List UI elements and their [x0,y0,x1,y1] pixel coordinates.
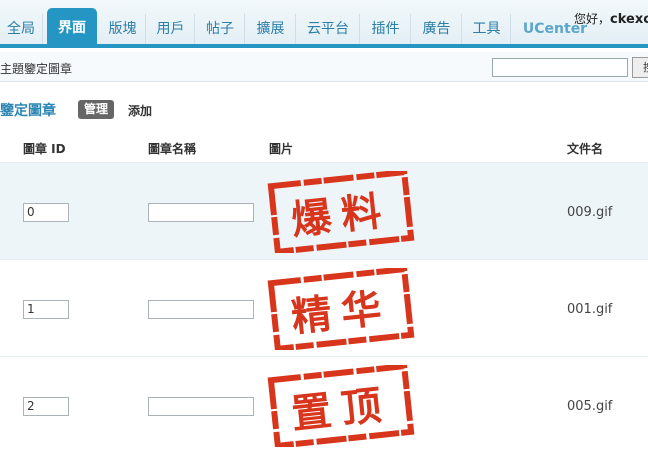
table-row: 1 精华 001.gif [0,259,648,356]
stamp-id-input[interactable]: 1 [23,300,69,319]
table-header: 圖章 ID 圖章名稱 圖片 文件名 [0,134,648,162]
tab-tools[interactable]: 工具 [463,14,511,44]
header-name: 圖章名稱 [148,142,197,156]
add-button[interactable]: 添加 [128,102,152,119]
table-row: 2 置顶 005.gif [0,356,648,453]
stamp-id-input[interactable]: 2 [23,397,69,416]
username[interactable]: ckexc [610,12,648,27]
stamp-text: 置顶 [289,381,393,438]
search-input[interactable] [492,58,628,77]
stamp-image: 精华 [267,268,415,350]
tab-forums[interactable]: 版塊 [100,14,146,44]
search-button[interactable]: 搜 [632,57,648,78]
stamp-name-input[interactable] [148,203,254,222]
sub-bar: 主題鑒定圖章 搜 [0,52,648,82]
tab-ads[interactable]: 廣告 [412,14,462,44]
table-row: 0 爆料 009.gif [0,162,648,259]
stamp-image: 置顶 [267,365,415,447]
stamp-text: 精华 [289,284,393,341]
tab-global[interactable]: 全局 [0,14,43,44]
stamp-id-input[interactable]: 0 [23,203,69,222]
stamp-name-input[interactable] [148,300,254,319]
tab-threads[interactable]: 帖子 [196,14,245,44]
tab-interface[interactable]: 界面 [47,8,97,44]
tab-cloud[interactable]: 云平台 [297,14,360,44]
greeting-text: 您好， [574,12,611,26]
page-title: 鑒定圖章 [0,103,56,119]
top-navigation: 全局 界面 版塊 用戶 帖子 擴展 云平台 插件 廣告 工具 UCenter 您… [0,0,648,48]
tab-plugins[interactable]: 插件 [361,14,411,44]
stamp-text: 爆料 [289,187,393,244]
file-name: 001.gif [567,302,613,317]
stamp-name-input[interactable] [148,397,254,416]
header-image: 圖片 [269,142,294,156]
manage-button[interactable]: 管理 [78,100,115,119]
file-name: 009.gif [567,205,613,220]
breadcrumb: 主題鑒定圖章 [0,62,73,76]
header-filename: 文件名 [567,142,604,156]
stamp-image: 爆料 [267,171,415,253]
tab-users[interactable]: 用戶 [147,14,195,44]
header-id: 圖章 ID [23,142,66,156]
tab-extensions[interactable]: 擴展 [246,14,296,44]
user-greeting: 您好，ckexc [574,10,648,27]
file-name: 005.gif [567,399,613,414]
